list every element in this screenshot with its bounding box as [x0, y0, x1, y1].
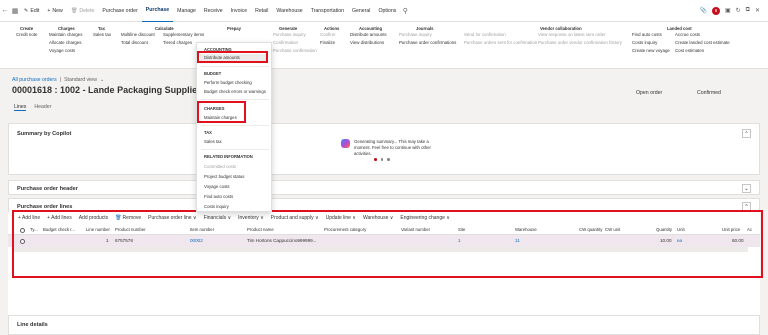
approval-status: Confirmed — [697, 90, 721, 96]
copilot-summary-card: Summary by Copilot ⌃ Generating summary..… — [8, 123, 760, 175]
trash-icon: 🗑 — [70, 7, 78, 14]
order-status: Open order — [636, 90, 663, 96]
send-for-confirmation-button[interactable]: Send for confirmation — [464, 32, 537, 37]
highlight-distribute-amounts — [197, 51, 268, 63]
loading-dots — [374, 158, 390, 161]
purchase-confirmation-button[interactable]: Purchase confirmation — [273, 48, 317, 53]
menu-committed-costs[interactable]: Committed costs — [204, 164, 236, 169]
po-confirmations-button[interactable]: Purchase order confirmations — [399, 40, 456, 45]
page-content: All purchase orders | Standard view ⌄ 00… — [0, 69, 768, 335]
notification-badge[interactable]: 6 — [711, 6, 720, 15]
tab-purchase-order[interactable]: Purchase order — [98, 0, 141, 22]
edit-button[interactable]: ✎ Edit — [20, 8, 43, 14]
chevron-down-icon[interactable]: ⌄ — [100, 77, 104, 83]
menu-costs-inquiry[interactable]: Costs inquiry — [204, 204, 229, 209]
menu-find-auto-costs[interactable]: Find auto costs — [204, 194, 233, 199]
tab-retail[interactable]: Retail — [251, 0, 272, 22]
tab-manage[interactable]: Manage — [173, 0, 200, 22]
line-details-title: Line details — [17, 322, 48, 328]
tab-purchase[interactable]: Purchase — [141, 0, 174, 22]
credit-note-button[interactable]: Credit note — [16, 32, 37, 37]
attach-icon[interactable]: 📎 — [699, 7, 706, 14]
back-arrow-icon[interactable]: ← — [0, 7, 10, 14]
highlight-lines-grid — [12, 210, 763, 278]
tab-header[interactable]: Header — [34, 104, 51, 111]
office-icon[interactable]: ▣ — [725, 7, 731, 14]
find-auto-costs-button[interactable]: Find auto costs — [632, 32, 670, 37]
po-lines-title: Purchase order lines — [17, 203, 73, 210]
delete-button[interactable]: 🗑 Delete — [67, 8, 99, 14]
voyage-costs-button[interactable]: Voyage costs — [49, 48, 82, 53]
vendor-confirmation-history-button[interactable]: Purchase order vendor confirmation histo… — [538, 40, 622, 45]
view-distributions-button[interactable]: View distributions — [350, 40, 387, 45]
close-icon[interactable]: ✕ — [755, 7, 760, 14]
plus-icon: + — [47, 7, 51, 14]
cost-estimates-button[interactable]: Cost estimates — [675, 48, 730, 53]
menu-tax-header: TAX — [204, 130, 212, 135]
accrue-costs-button[interactable]: Accrue costs — [675, 32, 730, 37]
ribbon-group-prepay: Prepay — [227, 26, 241, 31]
create-new-voyage-button[interactable]: Create new voyage — [632, 48, 670, 53]
multiline-discount-button[interactable]: Multiline discount — [121, 32, 155, 37]
new-button[interactable]: + New — [43, 8, 66, 14]
popout-icon[interactable]: ⧉ — [746, 7, 750, 14]
menu-budget-check-errors[interactable]: Budget check errors or warnings — [204, 89, 266, 94]
menu-project-budget-status[interactable]: Project budget status — [204, 174, 244, 179]
distribute-amounts-button[interactable]: Distribute amounts — [350, 32, 387, 37]
chevron-down-icon[interactable]: ⌄ — [742, 184, 751, 193]
confirmation-button[interactable]: Confirmation — [273, 40, 317, 45]
total-discount-button[interactable]: Total discount — [121, 40, 155, 45]
copilot-icon — [341, 139, 350, 148]
create-landed-cost-estimate-button[interactable]: Create landed cost estimate — [675, 40, 730, 45]
tab-invoice[interactable]: Invoice — [227, 0, 251, 22]
search-icon[interactable]: ⚲ — [400, 7, 410, 15]
view-tabs: Lines Header — [14, 104, 51, 111]
tab-lines[interactable]: Lines — [14, 104, 27, 111]
grid-icon[interactable]: ▦ — [10, 7, 20, 15]
purchase-dropdown-menu: ACCOUNTING Distribute amounts BUDGET Per… — [196, 42, 272, 212]
breadcrumb: All purchase orders | Standard view ⌄ — [12, 77, 105, 83]
app-window: ← ▦ ✎ Edit + New 🗑 Delete Purchase order Pu… — [0, 0, 768, 335]
menu-budget-header: BUDGET — [204, 71, 222, 76]
confirm-button[interactable]: Confirm — [320, 32, 335, 37]
page-title: 00001618 : 1002 - Lande Packaging Suppli… — [12, 85, 203, 95]
po-header-section[interactable]: Purchase order header ⌄ — [8, 180, 760, 195]
finalize-button[interactable]: Finalize — [320, 40, 335, 45]
view-response-button[interactable]: View response on latest sent order — [538, 32, 622, 37]
copilot-title: Summary by Copilot — [17, 130, 72, 137]
pencil-icon: ✎ — [24, 7, 29, 14]
menu-voyage-costs[interactable]: Voyage costs — [204, 184, 230, 189]
all-purchase-orders-link[interactable]: All purchase orders — [12, 77, 57, 83]
purchase-inquiry-button[interactable]: Purchase inquiry — [273, 32, 317, 37]
allocate-charges-button[interactable]: Allocate charges — [49, 40, 82, 45]
sales-tax-button[interactable]: Sales tax — [93, 32, 111, 37]
view-selector[interactable]: Standard view — [64, 77, 97, 83]
menu-related-header: RELATED INFORMATION — [204, 154, 253, 159]
purchase-inquiry-journal-button[interactable]: Purchase inquiry — [399, 32, 456, 37]
tab-general[interactable]: General — [348, 0, 374, 22]
pos-sent-for-confirmation-button[interactable]: Purchase orders sent for confirmation — [464, 40, 537, 45]
tab-receive[interactable]: Receive — [200, 0, 227, 22]
refresh-icon[interactable]: ↻ — [736, 7, 741, 14]
chevron-up-icon[interactable]: ⌃ — [742, 129, 751, 138]
action-pane-tabs: ← ▦ ✎ Edit + New 🗑 Delete Purchase order Pu… — [0, 0, 768, 22]
ribbon: Create Credit note Charges Maintain char… — [0, 22, 768, 69]
costs-inquiry-button[interactable]: Costs inquiry — [632, 40, 670, 45]
po-header-title: Purchase order header — [17, 185, 78, 192]
menu-sales-tax[interactable]: Sales tax — [204, 139, 222, 144]
line-details-section[interactable]: Line details — [8, 315, 760, 335]
menu-perform-budget-checking[interactable]: Perform budget checking — [204, 80, 252, 85]
maintain-charges-button[interactable]: Maintain charges — [49, 32, 82, 37]
tab-options[interactable]: Options — [374, 0, 400, 22]
tab-transportation[interactable]: Transportation — [307, 0, 348, 22]
highlight-charges — [197, 101, 246, 123]
supplementary-items-button[interactable]: Supplementary items — [163, 32, 204, 37]
copilot-message: Generating summary... This may take a mo… — [354, 139, 431, 156]
tab-warehouse[interactable]: Warehouse — [272, 0, 306, 22]
